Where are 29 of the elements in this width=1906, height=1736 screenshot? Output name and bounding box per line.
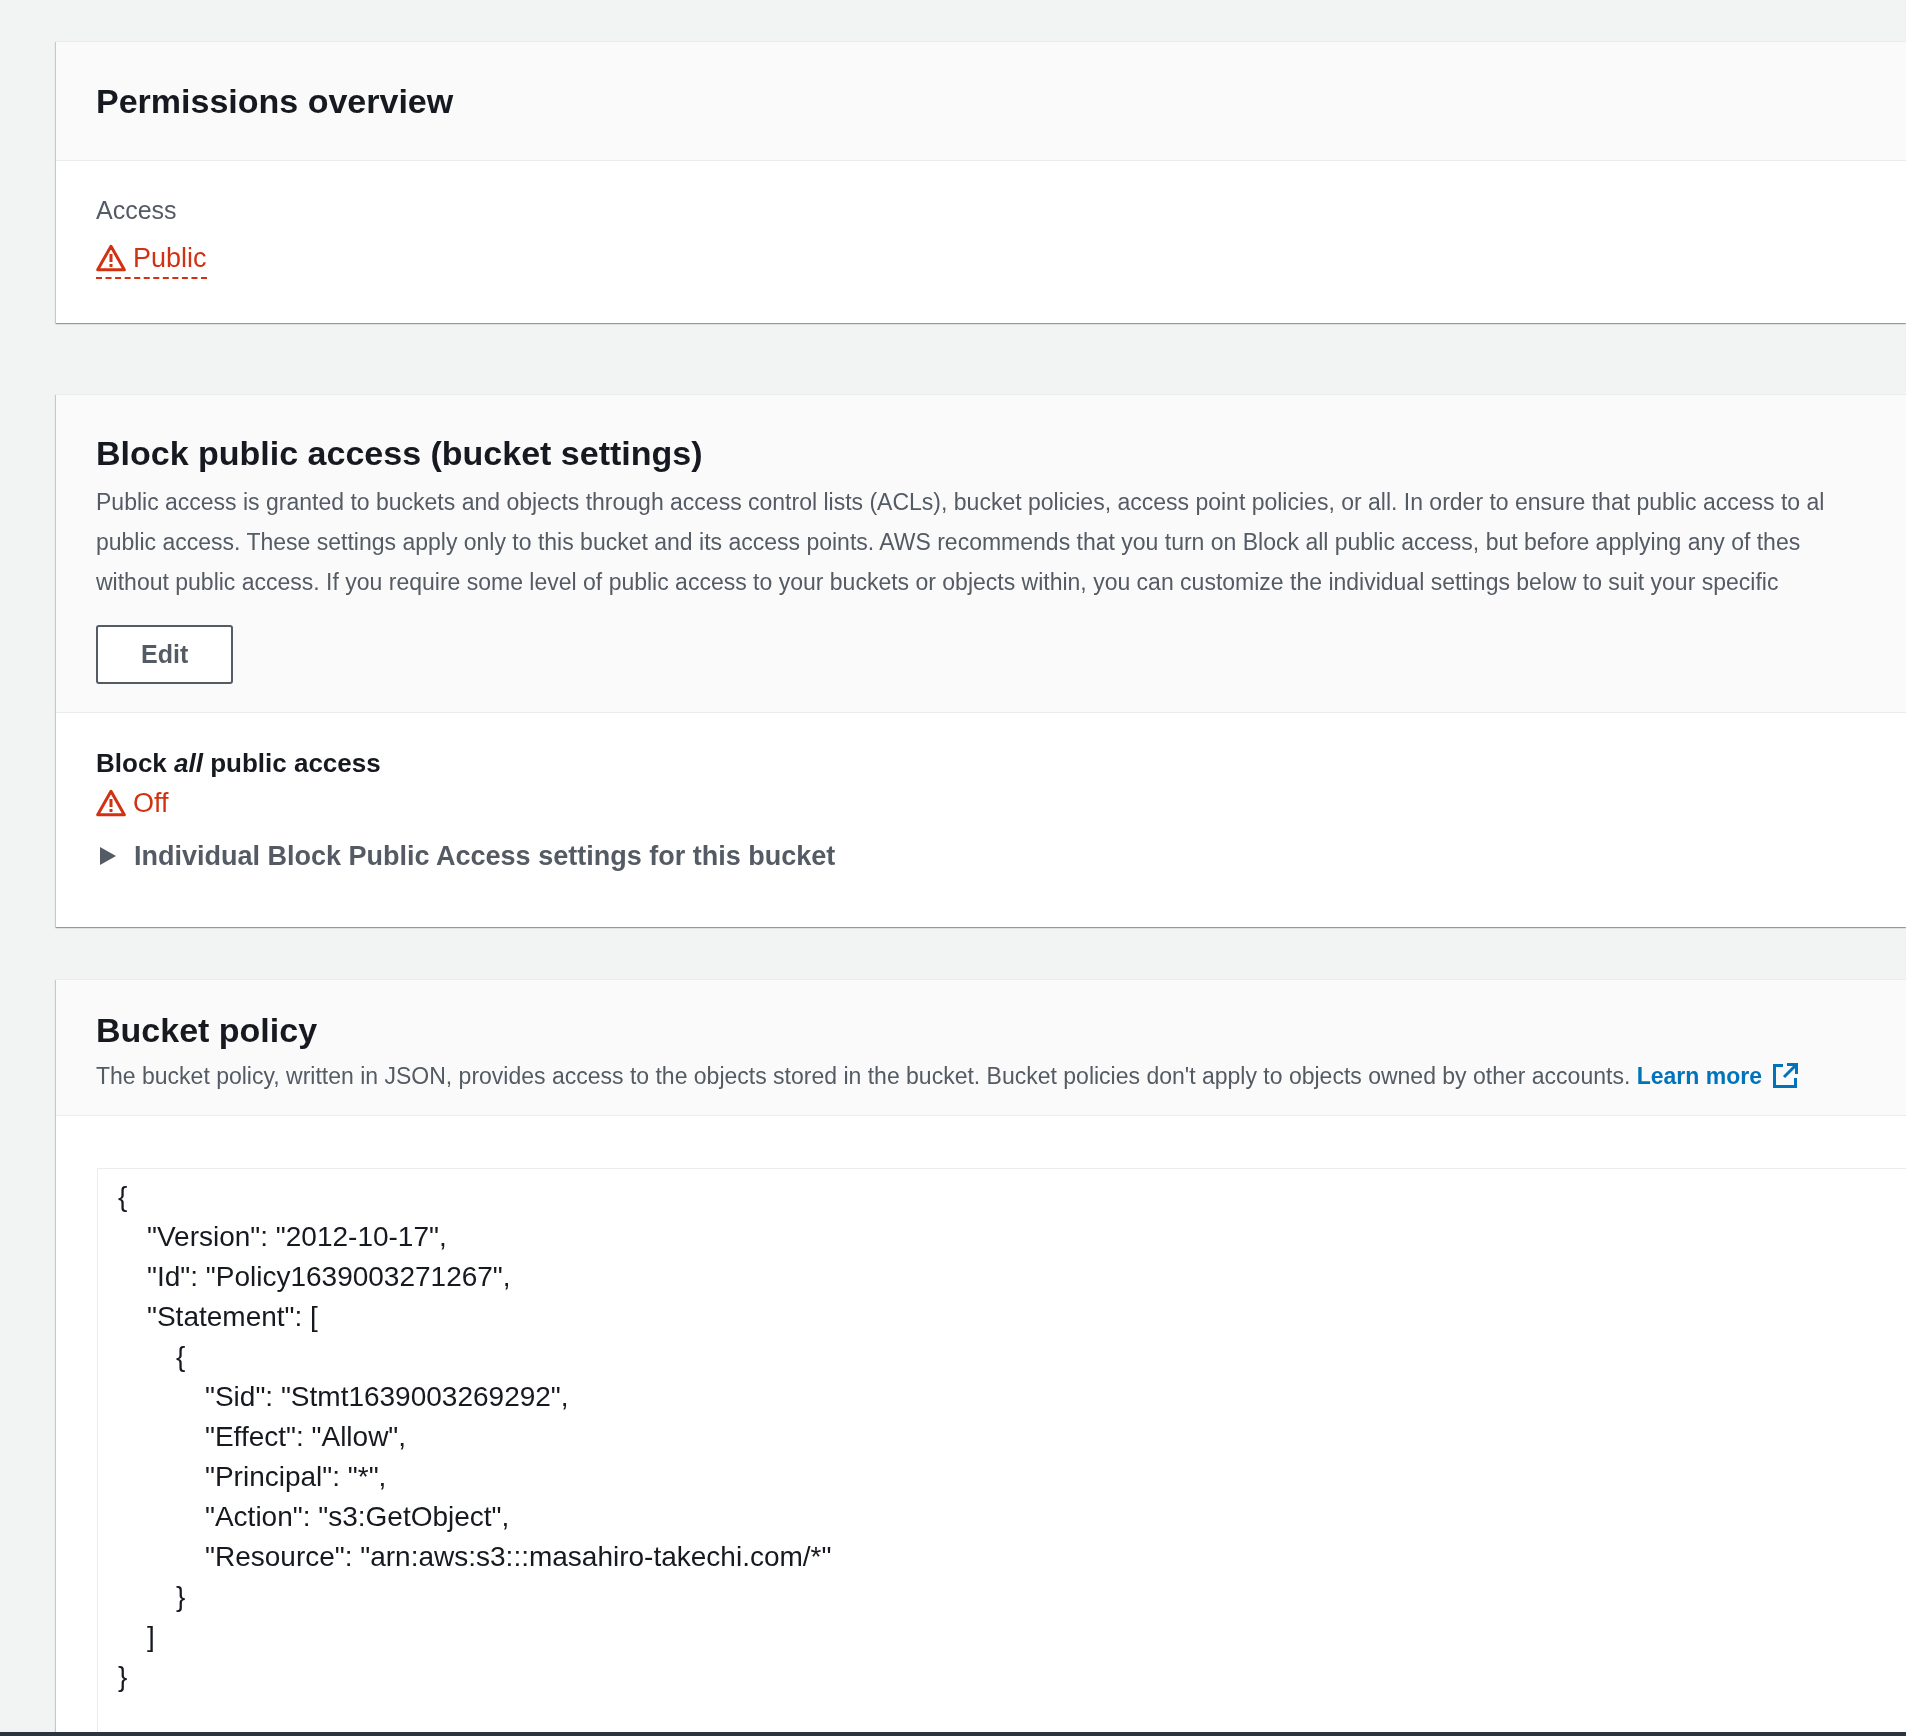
code-line: "Effect": "Allow", xyxy=(205,1420,407,1454)
warning-icon xyxy=(96,244,126,272)
code-line: "Version": "2012-10-17", xyxy=(147,1220,447,1254)
caret-icon xyxy=(100,847,116,865)
code-line: "Resource": "arn:aws:s3:::masahiro-takechi.com/*" xyxy=(205,1540,832,1574)
access-label: Access xyxy=(96,195,178,226)
code-line: } xyxy=(118,1660,128,1694)
access-status[interactable]: Public xyxy=(96,241,207,279)
code-line: "Statement": [ xyxy=(147,1300,318,1334)
details-expander[interactable]: Individual Block Public Access settings for this bucket xyxy=(96,839,836,873)
edit-button[interactable]: Edit xyxy=(96,625,234,684)
code-line: { xyxy=(118,1180,128,1214)
warning-icon xyxy=(96,789,126,817)
code-line: "Id": "Policy1639003271267", xyxy=(147,1260,511,1294)
learn-more-link[interactable]: Learn more xyxy=(1636,1059,1798,1093)
card-title: Block public access (bucket settings) xyxy=(96,433,704,474)
card-title: Bucket policy xyxy=(96,1010,319,1051)
description: Public access is granted to buckets and objects through access control lists (ACLs), bucket policies, access point policies, or all. In order to ensure that public access to al public access. These settings apply only to this bucket and its access points. AWS recommends that you turn on Block all public access, but before applying any of thes without public access. If you require some level of public access to your buckets or objects within, you can customize the individual settings below to suit your specific xyxy=(96,488,1826,597)
code-line: { xyxy=(176,1340,186,1374)
card-title: Permissions overview xyxy=(96,81,454,122)
status-text: Off xyxy=(133,787,169,820)
external-link-icon xyxy=(1771,1063,1798,1089)
setting-label: Block all public access xyxy=(96,747,382,780)
code-line: "Action": "s3:GetObject", xyxy=(205,1500,510,1534)
code-line: "Principal": "*", xyxy=(205,1460,387,1494)
code-line: } xyxy=(176,1580,186,1614)
description: The bucket policy, written in JSON, provides access to the objects stored in the bucket. Bucket policies don't apply to objects owned by other accounts. Learn more xyxy=(96,1059,1866,1093)
code-line: ] xyxy=(147,1620,155,1654)
code-line: "Sid": "Stmt1639003269292", xyxy=(205,1380,569,1414)
